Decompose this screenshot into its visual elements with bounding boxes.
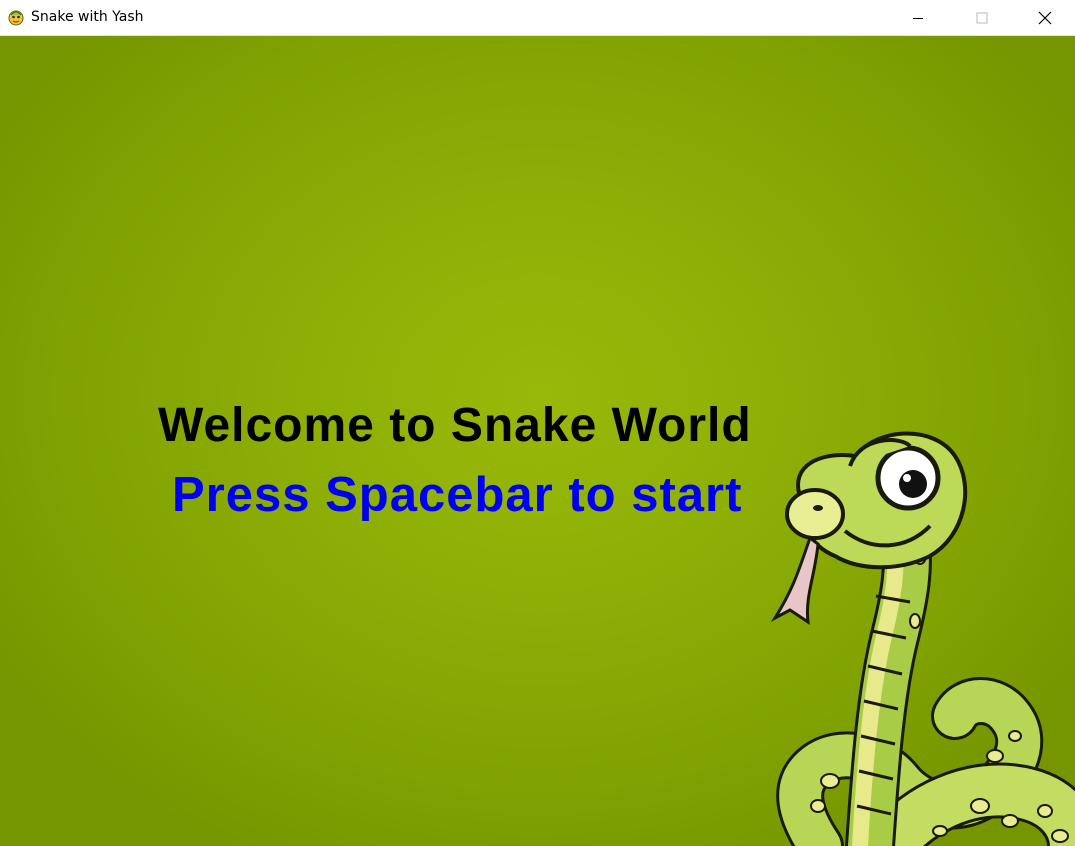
maximize-button[interactable] — [952, 0, 1012, 35]
minimize-icon — [913, 17, 923, 19]
close-icon — [1038, 11, 1052, 24]
welcome-heading: Welcome to Snake World — [158, 399, 752, 452]
start-prompt: Press Spacebar to start — [172, 468, 743, 522]
window-title: Snake with Yash — [31, 9, 144, 25]
game-canvas[interactable]: Welcome to Snake World Press Spacebar to… — [0, 36, 1075, 846]
close-button[interactable] — [1015, 0, 1075, 35]
pygame-snake-icon — [8, 10, 24, 26]
title-bar[interactable]: Snake with Yash — [0, 0, 1075, 36]
cartoon-snake-illustration — [770, 431, 1075, 846]
maximize-icon — [976, 12, 988, 23]
game-window: Snake with Yash Welcome to Snake World P… — [0, 0, 1075, 846]
minimize-button[interactable] — [888, 0, 948, 35]
